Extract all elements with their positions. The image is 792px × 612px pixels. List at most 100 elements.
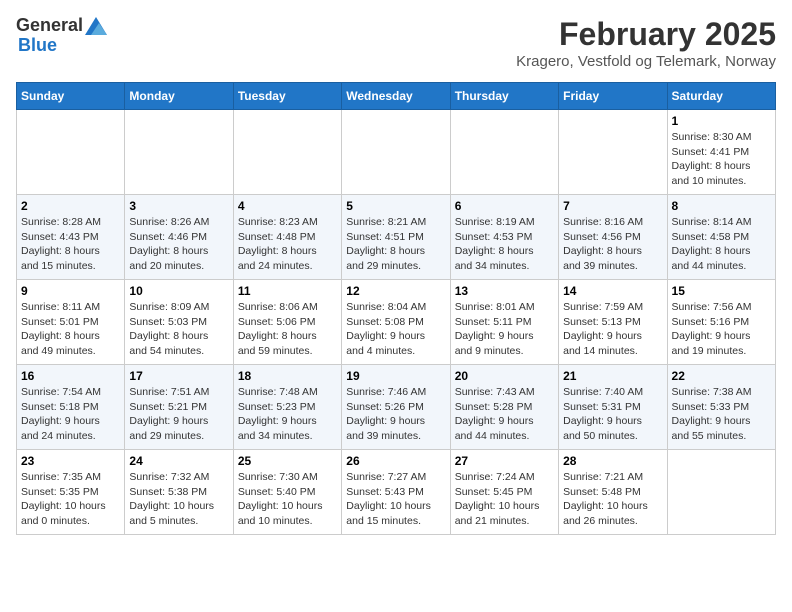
day-cell: 5 Sunrise: 8:21 AM Sunset: 4:51 PM Daylig… [342, 195, 450, 280]
day-number: 4 [238, 199, 337, 213]
day-info: Sunrise: 7:56 AM Sunset: 5:16 PM Dayligh… [672, 300, 771, 359]
day-cell: 14Sunrise: 7:59 AM Sunset: 5:13 PM Dayli… [559, 280, 667, 365]
day-number: 19 [346, 369, 445, 383]
day-cell: 12 Sunrise: 8:04 AM Sunset: 5:08 PM Dayli… [342, 280, 450, 365]
weekday-header-friday: Friday [559, 83, 667, 110]
weekday-header-thursday: Thursday [450, 83, 558, 110]
day-number: 7 [563, 199, 662, 213]
day-number: 21 [563, 369, 662, 383]
day-number: 6 [455, 199, 554, 213]
day-number: 24 [129, 454, 228, 468]
day-info: Sunrise: 8:30 AM Sunset: 4:41 PM Dayligh… [672, 130, 771, 189]
day-info: Sunrise: 7:51 AM Sunset: 5:21 PM Dayligh… [129, 385, 228, 444]
day-info: Sunrise: 8:09 AM Sunset: 5:03 PM Dayligh… [129, 300, 228, 359]
day-cell [342, 110, 450, 195]
weekday-header-tuesday: Tuesday [233, 83, 341, 110]
day-info: Sunrise: 7:54 AM Sunset: 5:18 PM Dayligh… [21, 385, 120, 444]
day-cell: 25Sunrise: 7:30 AM Sunset: 5:40 PM Dayli… [233, 450, 341, 535]
day-info: Sunrise: 8:28 AM Sunset: 4:43 PM Dayligh… [21, 215, 120, 274]
day-cell: 26 Sunrise: 7:27 AM Sunset: 5:43 PM Dayli… [342, 450, 450, 535]
day-cell: 23 Sunrise: 7:35 AM Sunset: 5:35 PM Dayli… [17, 450, 125, 535]
day-info: Sunrise: 8:14 AM Sunset: 4:58 PM Dayligh… [672, 215, 771, 274]
day-cell: 28 Sunrise: 7:21 AM Sunset: 5:48 PM Dayli… [559, 450, 667, 535]
day-cell: 7 Sunrise: 8:16 AM Sunset: 4:56 PM Daylig… [559, 195, 667, 280]
day-cell: 3 Sunrise: 8:26 AM Sunset: 4:46 PM Daylig… [125, 195, 233, 280]
day-number: 23 [21, 454, 120, 468]
weekday-header-sunday: Sunday [17, 83, 125, 110]
day-info: Sunrise: 8:19 AM Sunset: 4:53 PM Dayligh… [455, 215, 554, 274]
day-info: Sunrise: 7:24 AM Sunset: 5:45 PM Dayligh… [455, 470, 554, 529]
day-cell: 16 Sunrise: 7:54 AM Sunset: 5:18 PM Dayli… [17, 365, 125, 450]
weekday-header-monday: Monday [125, 83, 233, 110]
day-cell: 20Sunrise: 7:43 AM Sunset: 5:28 PM Dayli… [450, 365, 558, 450]
day-cell: 4Sunrise: 8:23 AM Sunset: 4:48 PM Daylig… [233, 195, 341, 280]
day-cell [559, 110, 667, 195]
day-info: Sunrise: 7:21 AM Sunset: 5:48 PM Dayligh… [563, 470, 662, 529]
day-cell: 6 Sunrise: 8:19 AM Sunset: 4:53 PM Daylig… [450, 195, 558, 280]
day-number: 14 [563, 284, 662, 298]
logo-general: General [16, 16, 83, 36]
day-cell: 17Sunrise: 7:51 AM Sunset: 5:21 PM Dayli… [125, 365, 233, 450]
day-number: 5 [346, 199, 445, 213]
month-title: February 2025 [516, 16, 776, 53]
day-cell [233, 110, 341, 195]
day-number: 28 [563, 454, 662, 468]
day-cell: 22 Sunrise: 7:38 AM Sunset: 5:33 PM Dayli… [667, 365, 775, 450]
weekday-header-saturday: Saturday [667, 83, 775, 110]
week-row-2: 2 Sunrise: 8:28 AM Sunset: 4:43 PM Daylig… [17, 195, 776, 280]
day-info: Sunrise: 7:35 AM Sunset: 5:35 PM Dayligh… [21, 470, 120, 529]
day-info: Sunrise: 7:27 AM Sunset: 5:43 PM Dayligh… [346, 470, 445, 529]
day-number: 16 [21, 369, 120, 383]
logo-blue: Blue [16, 36, 107, 56]
day-info: Sunrise: 8:04 AM Sunset: 5:08 PM Dayligh… [346, 300, 445, 359]
day-info: Sunrise: 8:01 AM Sunset: 5:11 PM Dayligh… [455, 300, 554, 359]
day-cell [125, 110, 233, 195]
calendar-table: SundayMondayTuesdayWednesdayThursdayFrid… [16, 82, 776, 535]
day-number: 1 [672, 114, 771, 128]
day-number: 15 [672, 284, 771, 298]
day-number: 13 [455, 284, 554, 298]
day-number: 12 [346, 284, 445, 298]
day-cell: 15 Sunrise: 7:56 AM Sunset: 5:16 PM Dayli… [667, 280, 775, 365]
day-info: Sunrise: 7:48 AM Sunset: 5:23 PM Dayligh… [238, 385, 337, 444]
day-number: 2 [21, 199, 120, 213]
day-info: Sunrise: 8:21 AM Sunset: 4:51 PM Dayligh… [346, 215, 445, 274]
logo: General Blue [16, 16, 107, 56]
logo-icon [85, 17, 107, 35]
week-row-3: 9 Sunrise: 8:11 AM Sunset: 5:01 PM Daylig… [17, 280, 776, 365]
title-area: February 2025 Kragero, Vestfold og Telem… [516, 16, 776, 70]
day-cell: 19Sunrise: 7:46 AM Sunset: 5:26 PM Dayli… [342, 365, 450, 450]
day-cell: 10 Sunrise: 8:09 AM Sunset: 5:03 PM Dayli… [125, 280, 233, 365]
week-row-5: 23 Sunrise: 7:35 AM Sunset: 5:35 PM Dayli… [17, 450, 776, 535]
day-cell: 1 Sunrise: 8:30 AM Sunset: 4:41 PM Daylig… [667, 110, 775, 195]
day-cell [667, 450, 775, 535]
day-cell: 8 Sunrise: 8:14 AM Sunset: 4:58 PM Daylig… [667, 195, 775, 280]
day-number: 22 [672, 369, 771, 383]
day-info: Sunrise: 7:38 AM Sunset: 5:33 PM Dayligh… [672, 385, 771, 444]
day-info: Sunrise: 8:11 AM Sunset: 5:01 PM Dayligh… [21, 300, 120, 359]
day-number: 20 [455, 369, 554, 383]
day-number: 3 [129, 199, 228, 213]
weekday-header-wednesday: Wednesday [342, 83, 450, 110]
day-info: Sunrise: 8:06 AM Sunset: 5:06 PM Dayligh… [238, 300, 337, 359]
day-info: Sunrise: 8:16 AM Sunset: 4:56 PM Dayligh… [563, 215, 662, 274]
day-number: 8 [672, 199, 771, 213]
day-cell: 27 Sunrise: 7:24 AM Sunset: 5:45 PM Dayli… [450, 450, 558, 535]
week-row-1: 1 Sunrise: 8:30 AM Sunset: 4:41 PM Daylig… [17, 110, 776, 195]
day-number: 9 [21, 284, 120, 298]
location-title: Kragero, Vestfold og Telemark, Norway [516, 53, 776, 70]
day-cell [450, 110, 558, 195]
day-cell: 11Sunrise: 8:06 AM Sunset: 5:06 PM Dayli… [233, 280, 341, 365]
day-number: 18 [238, 369, 337, 383]
day-number: 10 [129, 284, 228, 298]
day-number: 25 [238, 454, 337, 468]
day-cell: 9 Sunrise: 8:11 AM Sunset: 5:01 PM Daylig… [17, 280, 125, 365]
day-cell: 13 Sunrise: 8:01 AM Sunset: 5:11 PM Dayli… [450, 280, 558, 365]
day-cell: 21Sunrise: 7:40 AM Sunset: 5:31 PM Dayli… [559, 365, 667, 450]
day-info: Sunrise: 8:26 AM Sunset: 4:46 PM Dayligh… [129, 215, 228, 274]
day-cell: 18 Sunrise: 7:48 AM Sunset: 5:23 PM Dayli… [233, 365, 341, 450]
day-cell: 24Sunrise: 7:32 AM Sunset: 5:38 PM Dayli… [125, 450, 233, 535]
day-cell [17, 110, 125, 195]
day-number: 27 [455, 454, 554, 468]
day-number: 26 [346, 454, 445, 468]
